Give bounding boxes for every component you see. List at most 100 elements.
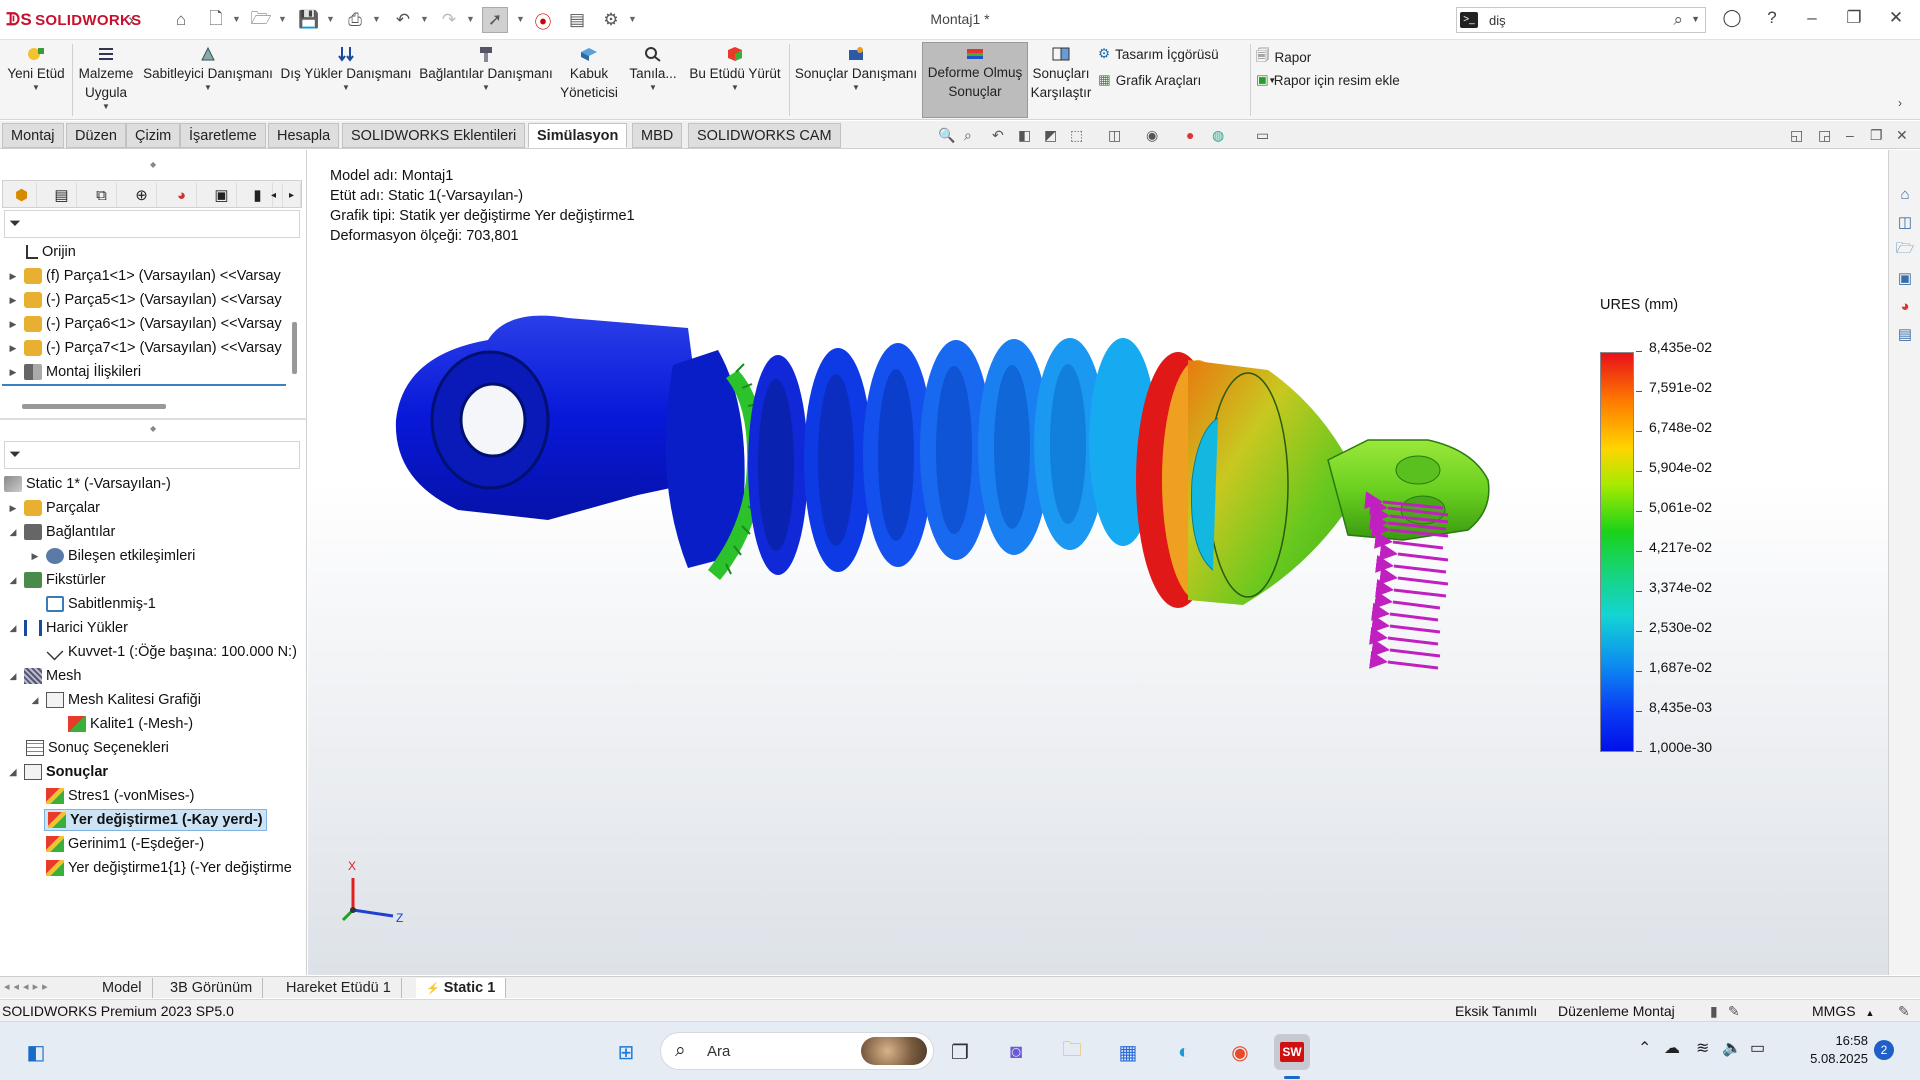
appearances-icon[interactable]: ◕ bbox=[1893, 294, 1917, 318]
sim-stress-1[interactable]: Stres1 (-vonMises-) bbox=[46, 785, 195, 807]
chevron-down-icon[interactable]: ▼ bbox=[372, 14, 381, 24]
design-library-icon[interactable]: ◫ bbox=[1893, 210, 1917, 234]
fixture-advisor-button[interactable]: Sabitleyici Danışmanı ▼ bbox=[140, 44, 276, 116]
volume-icon[interactable]: 🔈 bbox=[1722, 1038, 1742, 1058]
chevron-down-icon[interactable]: ▼ bbox=[628, 14, 637, 24]
doc-close-icon[interactable]: ✕ bbox=[1896, 127, 1908, 144]
expand-arrow-icon[interactable]: ▶ bbox=[6, 265, 20, 287]
sim-result-options[interactable]: Sonuç Seçenekleri bbox=[26, 737, 169, 759]
dimxpert-tab-icon[interactable]: ⊕ bbox=[127, 183, 157, 207]
search-icon[interactable]: ⌕ bbox=[1673, 10, 1683, 30]
widgets-icon[interactable]: ◧ bbox=[18, 1034, 54, 1070]
dynamic-annotation-icon[interactable]: ◩ bbox=[1044, 127, 1057, 144]
tab-cizim[interactable]: Çizim bbox=[126, 123, 181, 148]
expand-arrow-icon[interactable]: ▶ bbox=[6, 497, 20, 519]
wifi-icon[interactable]: ≋ bbox=[1696, 1038, 1709, 1058]
panel-divider[interactable] bbox=[0, 418, 307, 420]
sim-fixtures[interactable]: ◢ Fikstürler bbox=[6, 569, 106, 591]
chevron-down-icon[interactable]: ▼ bbox=[278, 14, 287, 24]
apply-material-button[interactable]: Malzeme Uygula ▼ bbox=[74, 44, 138, 116]
chevron-right-icon[interactable]: › bbox=[118, 7, 144, 33]
tab-montaj[interactable]: Montaj bbox=[2, 123, 64, 148]
chevron-down-icon[interactable]: ▼ bbox=[516, 14, 525, 24]
save-icon[interactable]: 💾 bbox=[296, 7, 322, 33]
simulation-tree-filter[interactable]: ⏷ bbox=[4, 441, 300, 469]
deformed-result-button[interactable]: Deforme Olmuş Sonuçlar bbox=[922, 42, 1028, 118]
sim-displacement-1-1[interactable]: Yer değiştirme1{1} (-Yer değiştirme bbox=[46, 857, 306, 879]
sim-study[interactable]: Static 1* (-Varsayılan-) bbox=[4, 473, 171, 495]
undo-icon[interactable]: ↶ bbox=[390, 7, 416, 33]
sim-fixed-1[interactable]: Sabitlenmiş-1 bbox=[46, 593, 156, 615]
chevron-down-icon[interactable]: ▼ bbox=[326, 14, 335, 24]
external-loads-button[interactable]: Dış Yükler Danışmanı ▼ bbox=[278, 44, 414, 116]
tab-hesapla[interactable]: Hesapla bbox=[268, 123, 340, 148]
sim-component-interactions[interactable]: ▶ Bileşen etkileşimleri bbox=[28, 545, 195, 567]
sim-external-loads[interactable]: ◢ Harici Yükler bbox=[6, 617, 128, 639]
collapse-arrow-icon[interactable]: ◢ bbox=[6, 569, 20, 591]
command-search-input[interactable]: >_ diş ⌕ ▼ bbox=[1456, 7, 1706, 33]
rebuild-traffic-light-icon[interactable]: ⦿ bbox=[530, 7, 556, 33]
graphics-viewport[interactable]: X Z bbox=[308, 150, 1888, 975]
shell-manager-button[interactable]: Kabuk Yöneticisi bbox=[558, 44, 620, 116]
rollback-bar[interactable] bbox=[2, 384, 286, 386]
display-manager-tab-icon[interactable]: ◕ bbox=[167, 183, 197, 207]
expand-arrow-icon[interactable]: ▶ bbox=[6, 313, 20, 335]
new-study-button[interactable]: Yeni Etüd ▼ bbox=[4, 44, 68, 116]
expand-arrow-icon[interactable]: ▶ bbox=[6, 337, 20, 359]
custom-properties-icon[interactable]: ▤ bbox=[1893, 322, 1917, 346]
sim-connections[interactable]: ◢ Bağlantılar bbox=[6, 521, 115, 543]
select-pointer-icon[interactable]: ➚ bbox=[482, 7, 508, 33]
print-icon[interactable]: ⎙ bbox=[342, 7, 368, 33]
chevron-left-icon[interactable]: ◂ bbox=[265, 183, 283, 207]
new-document-icon[interactable]: 🗋 bbox=[203, 7, 229, 33]
sim-force-1[interactable]: Kuvvet-1 (:Öğe başına: 100.000 N:) bbox=[46, 641, 297, 663]
tab-duzen[interactable]: Düzen bbox=[66, 123, 126, 148]
previous-view-icon[interactable]: ↶ bbox=[992, 127, 1004, 144]
gear-icon[interactable]: ⚙ bbox=[598, 7, 624, 33]
view-settings-icon[interactable]: ▭ bbox=[1256, 127, 1269, 144]
sim-displacement-1[interactable]: Yer değiştirme1 (-Kay yerd-) bbox=[44, 809, 267, 831]
display-style-icon[interactable]: ◫ bbox=[1108, 127, 1121, 144]
sim-quality-1[interactable]: Kalite1 (-Mesh-) bbox=[68, 713, 193, 735]
chrome-browser-icon[interactable]: ◉ bbox=[1222, 1034, 1258, 1070]
view-palette-icon[interactable]: ▣ bbox=[1893, 266, 1917, 290]
sim-mesh-quality-plot[interactable]: ◢ Mesh Kalitesi Grafiği bbox=[28, 689, 201, 711]
restore-icon[interactable]: ❐ bbox=[1841, 8, 1867, 28]
tree-item-part5[interactable]: ▶ (-) Parça5<1> (Varsayılan) <<Varsay bbox=[6, 289, 282, 311]
tree-item-part7[interactable]: ▶ (-) Parça7<1> (Varsayılan) <<Varsay bbox=[6, 337, 282, 359]
file-explorer-icon[interactable]: 🗁 bbox=[1893, 238, 1917, 262]
cam-tab-icon[interactable]: ▣ bbox=[207, 183, 237, 207]
doc-restore-icon[interactable]: ❐ bbox=[1870, 127, 1883, 144]
sim-strain-1[interactable]: Gerinim1 (-Eşdeğer-) bbox=[46, 833, 204, 855]
configuration-manager-tab-icon[interactable]: ⧉ bbox=[87, 183, 117, 207]
model-render[interactable]: X Z bbox=[308, 150, 1888, 975]
tree-item-mates[interactable]: ▶ Montaj İlişkileri bbox=[6, 361, 141, 383]
solidworks-taskbar-icon[interactable]: SW bbox=[1274, 1034, 1310, 1070]
tab-simulasyon[interactable]: Simülasyon bbox=[528, 123, 628, 148]
close-icon[interactable]: ✕ bbox=[1883, 8, 1909, 28]
vertical-scrollbar[interactable] bbox=[292, 322, 297, 374]
unit-system-selector[interactable]: MMGS ▲ bbox=[1812, 1003, 1874, 1019]
expand-arrow-icon[interactable]: ▶ bbox=[6, 289, 20, 311]
feature-manager-tab-icon[interactable]: ⬢ bbox=[7, 183, 37, 207]
user-account-icon[interactable]: ◯ bbox=[1719, 8, 1745, 28]
notification-badge[interactable]: 2 bbox=[1874, 1040, 1894, 1060]
tab-solidworks-eklentileri[interactable]: SOLIDWORKS Eklentileri bbox=[342, 123, 526, 148]
section-view-icon[interactable]: ◧ bbox=[1018, 127, 1031, 144]
diagnose-button[interactable]: Tanıla... ▼ bbox=[624, 44, 682, 116]
home-icon[interactable]: ⌂ bbox=[1893, 182, 1917, 206]
splitter-grip-icon[interactable]: ◆ bbox=[150, 160, 156, 169]
doc-minimize-icon[interactable]: – bbox=[1846, 127, 1854, 143]
home-icon[interactable]: ⌂ bbox=[168, 7, 194, 33]
sim-parts[interactable]: ▶ Parçalar bbox=[6, 497, 100, 519]
tab-solidworks-cam[interactable]: SOLIDWORKS CAM bbox=[688, 123, 841, 148]
connections-advisor-button[interactable]: Bağlantılar Danışmanı ▼ bbox=[416, 44, 556, 116]
chat-icon[interactable]: ◙ bbox=[998, 1034, 1034, 1070]
results-advisor-button[interactable]: Sonuçlar Danışmanı ▼ bbox=[792, 44, 920, 116]
tab-motion-study[interactable]: Hareket Etüdü 1 bbox=[276, 978, 402, 998]
sim-mesh[interactable]: ◢ Mesh bbox=[6, 665, 81, 687]
battery-icon[interactable]: ▭ bbox=[1750, 1038, 1765, 1058]
report-button[interactable]: 🗐 Rapor bbox=[1256, 46, 1311, 69]
expand-arrow-icon[interactable]: ▶ bbox=[28, 545, 42, 567]
hide-show-items-icon[interactable]: ◉ bbox=[1146, 127, 1158, 144]
